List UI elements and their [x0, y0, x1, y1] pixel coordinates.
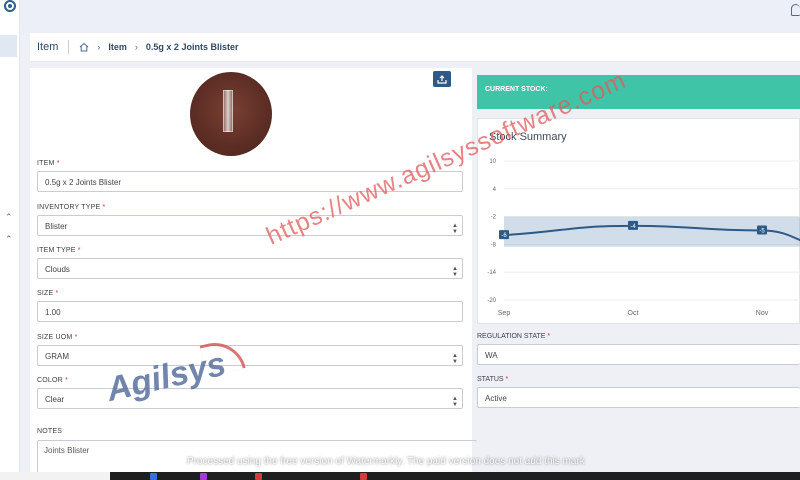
breadcrumb-link-current[interactable]: 0.5g x 2 Joints Blister [146, 42, 239, 52]
current-stock-label: CURRENT STOCK: [485, 86, 548, 93]
x-tick-label: Nov [756, 310, 769, 317]
required-mark: * [102, 204, 106, 211]
item-type-select[interactable]: Clouds ▲ ▼ [37, 258, 463, 279]
chevron-down-icon: ▲ ▼ [452, 266, 458, 278]
breadcrumb-divider [68, 40, 70, 54]
chevron-up-icon[interactable]: ⌃ [5, 212, 13, 223]
bell-icon[interactable] [791, 4, 800, 16]
size-uom-value: GRAM [45, 352, 69, 361]
app-logo-icon[interactable] [4, 0, 16, 12]
color-label: COLOR [37, 377, 63, 384]
upload-icon [437, 74, 447, 84]
item-label: ITEM [37, 160, 55, 167]
status-input[interactable]: Active [477, 387, 800, 408]
color-value: Clear [45, 395, 65, 404]
taskbar-app-icon[interactable] [200, 473, 207, 480]
inventory-type-label: INVENTORY TYPE [37, 204, 101, 211]
taskbar-app-icon[interactable] [360, 473, 367, 480]
x-tick-label: Sep [498, 310, 511, 317]
required-mark: * [74, 334, 78, 341]
y-tick-label: 10 [489, 159, 496, 165]
breadcrumb-arrow: › [134, 42, 138, 52]
size-uom-label: SIZE UOM [37, 334, 73, 341]
required-mark: * [77, 247, 81, 254]
size-uom-select[interactable]: GRAM ▲ ▼ [37, 345, 463, 366]
size-label: SIZE [37, 290, 54, 297]
item-type-label: ITEM TYPE [37, 247, 76, 254]
status-label: STATUS [477, 376, 504, 383]
y-tick-label: 4 [493, 187, 497, 193]
y-tick-label: -8 [491, 242, 497, 248]
os-taskbar [0, 472, 800, 480]
taskbar-search[interactable] [0, 472, 110, 480]
item-photo [190, 72, 272, 156]
top-bar [20, 0, 800, 31]
breadcrumb: Item › Item › 0.5g x 2 Joints Blister [30, 33, 800, 62]
current-stock-banner: CURRENT STOCK: [477, 75, 800, 109]
page-title: Item [37, 41, 59, 53]
chevron-down-icon: ▲ ▼ [452, 396, 458, 408]
regulation-state-label: REGULATION STATE [477, 333, 546, 340]
notes-label: NOTES [37, 428, 63, 435]
chevron-down-icon: ▲ ▼ [452, 223, 458, 235]
breadcrumb-arrow: › [97, 42, 101, 52]
y-tick-label: -14 [487, 270, 496, 276]
chevron-down-icon: ▲ ▼ [452, 353, 458, 365]
home-icon[interactable] [79, 42, 89, 52]
taskbar-app-icon[interactable] [255, 473, 262, 480]
side-rail: ⌃ ⌃ [0, 0, 20, 472]
upload-button[interactable] [433, 71, 451, 87]
processed-watermark-note: Processed using the free version of Wate… [187, 456, 585, 467]
stock-summary-card: Stock Summary 10 4 -2 -8 -14 -20 -6 -4 -5 Sep Oct N… [477, 118, 800, 324]
size-input[interactable]: 1.00 [37, 301, 463, 322]
item-type-value: Clouds [45, 265, 70, 274]
required-mark: * [547, 333, 551, 340]
taskbar-app-icon[interactable] [150, 473, 157, 480]
required-mark: * [55, 290, 59, 297]
item-form-card: ITEM * 0.5g x 2 Joints Blister INVENTORY… [30, 68, 477, 480]
y-tick-label: -2 [491, 215, 497, 221]
x-tick-label: Oct [628, 310, 639, 317]
color-select[interactable]: Clear ▲ ▼ [37, 388, 463, 409]
data-label: -4 [630, 224, 636, 230]
y-tick-label: -20 [487, 298, 496, 304]
required-mark: * [56, 160, 60, 167]
required-mark: * [65, 377, 68, 384]
chevron-up-icon[interactable]: ⌃ [5, 234, 13, 245]
regulation-state-input[interactable]: WA [477, 344, 800, 365]
stock-summary-chart: 10 4 -2 -8 -14 -20 -6 -4 -5 Sep Oct Nov [487, 159, 800, 317]
breadcrumb-link-item[interactable]: Item [108, 42, 127, 52]
inventory-type-value: Blister [45, 222, 68, 231]
inventory-type-select[interactable]: Blister ▲ ▼ [37, 215, 463, 236]
data-label: -6 [501, 233, 507, 239]
sidebar-active-item[interactable] [0, 35, 17, 57]
required-mark: * [505, 376, 509, 383]
data-label: -5 [759, 229, 765, 235]
